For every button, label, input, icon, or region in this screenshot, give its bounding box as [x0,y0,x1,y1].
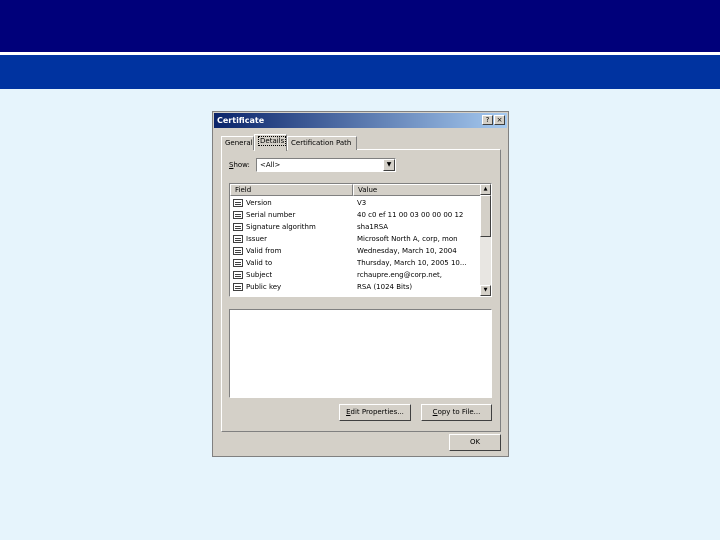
edit-properties-button[interactable]: Edit Properties... [339,404,411,421]
show-dropdown-value: <All> [260,161,281,169]
list-item[interactable]: Version V3 [230,197,480,209]
help-button[interactable]: ? [482,115,493,125]
list-item[interactable]: Public key RSA (1024 Bits) [230,281,480,293]
slide-subheader-band [0,55,720,89]
list-item[interactable]: Subject rchaupre.eng@corp.net, [230,269,480,281]
dialog-title: Certificate [217,116,265,125]
field-icon [233,211,243,219]
list-item[interactable]: Issuer Microsoft North A, corp, mon [230,233,480,245]
slide-header-bar [0,0,720,52]
show-dropdown[interactable]: <All> ▼ [256,158,396,172]
field-icon [233,199,243,207]
close-button[interactable]: × [494,115,505,125]
tab-certification-path[interactable]: Certification Path [287,136,357,150]
list-item[interactable]: Serial number 40 c0 ef 11 00 03 00 00 00… [230,209,480,221]
field-icon [233,259,243,267]
list-item[interactable]: Signature algorithm sha1RSA [230,221,480,233]
ok-button[interactable]: OK [449,434,501,451]
certificate-fields-list[interactable]: Field Value Version V3 Serial number 40 … [229,183,492,297]
list-item[interactable]: Valid from Wednesday, March 10, 2004 [230,245,480,257]
field-icon [233,235,243,243]
show-label: Show: [229,161,250,169]
scrollbar-thumb[interactable] [480,195,491,237]
copy-to-file-button[interactable]: Copy to File... [421,404,492,421]
tab-general[interactable]: General [221,136,254,150]
column-header-field[interactable]: Field [230,184,353,196]
list-scrollbar[interactable]: ▲ ▼ [480,184,491,296]
list-item[interactable]: Valid to Thursday, March 10, 2005 10... [230,257,480,269]
field-icon [233,247,243,255]
chevron-down-icon[interactable]: ▼ [383,159,395,171]
field-detail-box[interactable] [229,309,492,398]
column-header-value[interactable]: Value [353,184,481,196]
field-icon [233,223,243,231]
tab-details[interactable]: Details [254,134,287,151]
field-icon [233,283,243,291]
dialog-titlebar[interactable]: Certificate ? × [214,113,507,128]
scroll-up-icon[interactable]: ▲ [480,184,491,195]
certificate-dialog: Certificate ? × General Details Certific… [212,111,509,457]
field-icon [233,271,243,279]
scroll-down-icon[interactable]: ▼ [480,285,491,296]
